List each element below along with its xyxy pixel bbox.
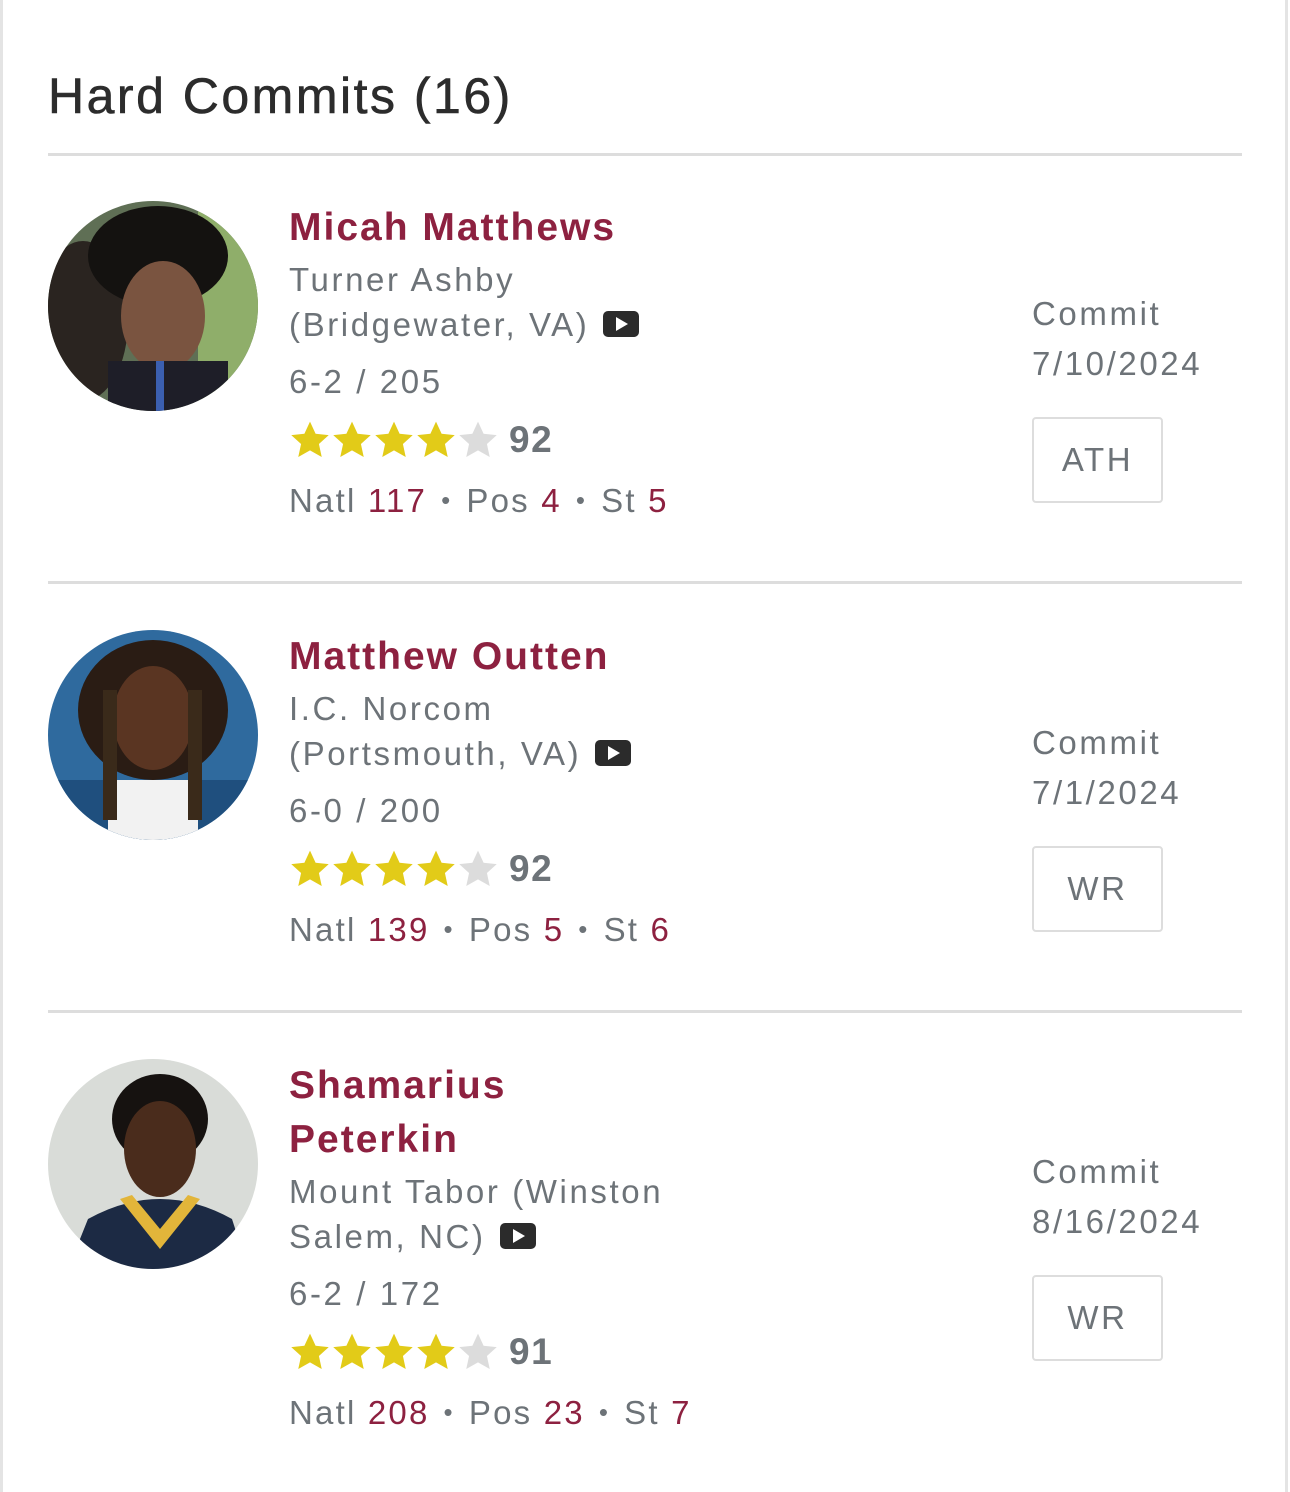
rating-row: 92: [289, 418, 729, 462]
separator-dot: •: [443, 1397, 455, 1427]
player-rating: 91: [509, 1331, 554, 1372]
separator-dot: •: [443, 914, 455, 944]
state-rank[interactable]: 5: [648, 482, 669, 519]
pos-rank[interactable]: 23: [544, 1394, 585, 1431]
star-filled-icon: [375, 421, 413, 457]
star-filled-icon: [417, 421, 455, 457]
separator-dot: •: [598, 1397, 611, 1427]
star-filled-icon: [417, 850, 455, 886]
school-line: (Portsmouth, VA): [289, 735, 582, 772]
player-row[interactable]: Matthew Outten I.C. Norcom (Portsmouth, …: [0, 584, 1290, 1012]
state-rank[interactable]: 7: [671, 1394, 692, 1431]
player-ranks: Natl 117 • Pos 4 • St 5: [289, 478, 729, 526]
school-line: Salem, NC): [289, 1218, 486, 1255]
player-rating: 92: [509, 848, 554, 889]
separator-dot: •: [575, 485, 588, 515]
player-measurements: 6-2 / 205: [289, 363, 443, 400]
pos-label: Pos: [468, 1394, 533, 1431]
pos-label: Pos: [468, 911, 533, 948]
st-label: St: [603, 911, 640, 948]
player-name[interactable]: Micah Matthews: [289, 201, 619, 255]
star-rating: [289, 419, 499, 461]
separator-dot: •: [441, 485, 453, 515]
star-empty-icon: [459, 421, 497, 457]
commit-label: Commit: [1032, 724, 1162, 761]
star-filled-icon: [291, 421, 329, 457]
star-rating: [289, 848, 499, 890]
star-filled-icon: [291, 850, 329, 886]
st-label: St: [624, 1394, 660, 1431]
commit-label: Commit: [1032, 1153, 1162, 1190]
video-play-icon[interactable]: [499, 1223, 536, 1250]
player-measurements: 6-0 / 200: [289, 792, 443, 829]
star-filled-icon: [417, 1333, 455, 1369]
star-empty-icon: [459, 850, 497, 886]
separator-dot: •: [578, 914, 590, 944]
player-measurements: 6-2 / 172: [289, 1275, 443, 1312]
player-row[interactable]: Shamarius Peterkin Mount Tabor (Winston …: [0, 1013, 1290, 1441]
player-row[interactable]: Micah Matthews Turner Ashby (Bridgewater…: [0, 155, 1290, 583]
player-ranks: Natl 139 • Pos 5 • St 6: [289, 907, 729, 955]
position-badge: WR: [1032, 846, 1163, 932]
natl-rank[interactable]: 117: [368, 482, 427, 519]
natl-label: Natl: [289, 1394, 357, 1431]
player-name[interactable]: Matthew Outten: [289, 630, 619, 684]
star-filled-icon: [375, 1333, 413, 1369]
state-rank[interactable]: 6: [651, 911, 672, 948]
commit-block: Commit 8/16/2024 WR: [1032, 1147, 1252, 1361]
star-rating: [289, 1331, 499, 1373]
school-line: Mount Tabor (Winston: [289, 1173, 664, 1210]
section-title: Hard Commits (16): [48, 68, 513, 125]
natl-label: Natl: [289, 911, 357, 948]
pos-label: Pos: [466, 482, 530, 519]
star-empty-icon: [459, 1333, 497, 1369]
rating-row: 91: [289, 1330, 729, 1374]
player-name[interactable]: Shamarius Peterkin: [289, 1059, 619, 1167]
video-play-icon[interactable]: [603, 311, 640, 338]
rating-row: 92: [289, 847, 729, 891]
st-label: St: [601, 482, 637, 519]
natl-rank[interactable]: 139: [368, 911, 430, 948]
school-line: Turner Ashby: [289, 261, 516, 298]
pos-rank[interactable]: 4: [541, 482, 562, 519]
natl-rank[interactable]: 208: [368, 1394, 430, 1431]
commit-date: 7/1/2024: [1032, 774, 1182, 811]
commit-label: Commit: [1032, 295, 1162, 332]
position-badge: WR: [1032, 1275, 1163, 1361]
commit-date: 8/16/2024: [1032, 1203, 1203, 1240]
star-filled-icon: [333, 1333, 371, 1369]
star-filled-icon: [375, 850, 413, 886]
star-filled-icon: [333, 421, 371, 457]
player-avatar[interactable]: [48, 201, 258, 411]
player-school: I.C. Norcom (Portsmouth, VA): [289, 686, 729, 776]
commit-block: Commit 7/1/2024 WR: [1032, 718, 1252, 932]
school-line: (Bridgewater, VA): [289, 306, 590, 343]
player-school: Mount Tabor (Winston Salem, NC): [289, 1169, 729, 1259]
player-avatar[interactable]: [48, 1059, 258, 1269]
player-avatar[interactable]: [48, 630, 258, 840]
school-line: I.C. Norcom: [289, 690, 494, 727]
pos-rank[interactable]: 5: [544, 911, 565, 948]
player-school: Turner Ashby (Bridgewater, VA): [289, 257, 729, 347]
natl-label: Natl: [289, 482, 357, 519]
star-filled-icon: [291, 1333, 329, 1369]
player-ranks: Natl 208 • Pos 23 • St 7: [289, 1390, 729, 1438]
player-rating: 92: [509, 419, 554, 460]
commit-block: Commit 7/10/2024 ATH: [1032, 289, 1252, 503]
position-badge: ATH: [1032, 417, 1163, 503]
commit-date: 7/10/2024: [1032, 345, 1203, 382]
star-filled-icon: [333, 850, 371, 886]
video-play-icon[interactable]: [595, 740, 632, 767]
